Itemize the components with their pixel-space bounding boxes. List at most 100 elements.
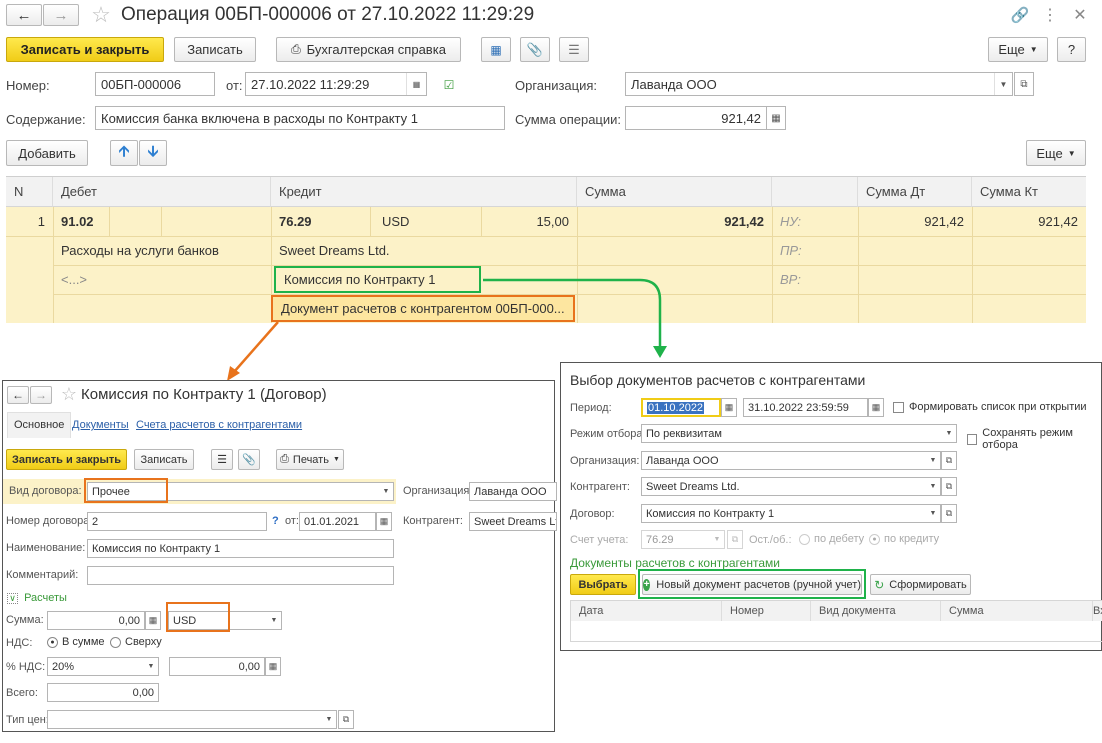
favorite-star-icon[interactable]: ☆	[88, 2, 114, 28]
generate-button[interactable]: ↻ Сформировать	[870, 574, 971, 595]
organization-open-icon[interactable]: ⧉	[1014, 72, 1034, 96]
contract-save-close-button[interactable]: Записать и закрыть	[6, 449, 127, 470]
contract-forward-button[interactable]: →	[30, 386, 52, 404]
add-row-button[interactable]: Добавить	[6, 140, 88, 166]
select-contract-dropdown-icon[interactable]: ▼	[926, 505, 940, 522]
price-type-open-icon[interactable]: ⧉	[338, 710, 354, 729]
select-contractor-open-icon[interactable]: ⧉	[941, 477, 957, 496]
choose-button[interactable]: Выбрать	[570, 574, 636, 595]
currency-amount[interactable]: 15,00	[481, 207, 577, 236]
tab-accounts[interactable]: Счета расчетов с контрагентами	[136, 419, 302, 431]
favorite-star-icon[interactable]: ☆	[58, 383, 80, 405]
mode-dropdown-icon[interactable]: ▼	[942, 425, 956, 442]
column-header-blank[interactable]	[772, 177, 858, 207]
vat-pct-field[interactable]: 20% ▼	[47, 657, 159, 676]
contract-save-button[interactable]: Записать	[134, 449, 194, 470]
form-on-open-checkbox[interactable]: Формировать список при открытии	[893, 401, 1087, 413]
credit-subconto-3[interactable]: Документ расчетов с контрагентом 00БП-00…	[271, 295, 575, 322]
mode-field[interactable]: По реквизитам ▼	[641, 424, 957, 443]
accounting-report-button[interactable]: ⎙ Бухгалтерская справка	[276, 37, 461, 62]
select-contractor-dropdown-icon[interactable]: ▼	[926, 478, 940, 495]
total-field[interactable]: 0,00	[47, 683, 159, 702]
price-type-field[interactable]: ▼	[47, 710, 337, 729]
tab-documents[interactable]: Документы	[72, 419, 129, 431]
column-header-sum[interactable]: Сумма	[941, 601, 1093, 621]
sum-kt[interactable]: 921,42	[972, 207, 1086, 236]
debit-account[interactable]: 91.02	[53, 207, 102, 236]
column-header-sum-dt[interactable]: Сумма Дт	[858, 177, 972, 207]
kind-dropdown-icon[interactable]: ▼	[379, 483, 393, 500]
select-contractor-field[interactable]: Sweet Dreams Ltd. ▼	[641, 477, 941, 496]
settlements-group[interactable]: ∨ Расчеты	[7, 592, 67, 604]
content-field[interactable]: Комиссия банка включена в расходы по Кон…	[95, 106, 505, 130]
calendar-icon[interactable]: ▦	[406, 73, 426, 95]
attach-button[interactable]: 📎	[520, 37, 550, 62]
column-header-debit[interactable]: Дебет	[53, 177, 271, 207]
contract-org-field[interactable]: Лаванда ООО	[469, 482, 557, 501]
vat-calc-icon[interactable]: ▦	[265, 657, 281, 676]
contract-number-field[interactable]: 2	[87, 512, 267, 531]
amount[interactable]: 921,42	[577, 207, 772, 236]
currency[interactable]: USD	[374, 207, 417, 236]
debit-subconto-1[interactable]: Расходы на услуги банков	[53, 236, 227, 265]
contract-name-field[interactable]: Комиссия по Контракту 1	[87, 539, 394, 558]
link-icon[interactable]: 🔗	[1010, 5, 1030, 25]
contract-sum-calc-icon[interactable]: ▦	[145, 611, 161, 630]
contract-print-button[interactable]: ⎙ Печать ▼	[276, 449, 344, 470]
menu-dots-icon[interactable]: ⋮	[1040, 5, 1060, 25]
column-header-credit[interactable]: Кредит	[271, 177, 577, 207]
table-more-button[interactable]: Еще ▼	[1026, 140, 1086, 166]
column-header-number[interactable]: Номер	[722, 601, 811, 621]
column-header-sum[interactable]: Сумма	[577, 177, 772, 207]
period-to-field[interactable]: 31.10.2022 23:59:59	[743, 398, 868, 417]
period-from-calendar-icon[interactable]: ▦	[721, 398, 737, 417]
period-to-calendar-icon[interactable]: ▦	[868, 398, 884, 417]
period-from-field[interactable]: 01.10.2022	[641, 398, 721, 417]
contract-contractor-field[interactable]: Sweet Dreams Ltd.	[469, 512, 557, 531]
select-contract-open-icon[interactable]: ⧉	[941, 504, 957, 523]
organization-field[interactable]: Лаванда ООО ▼	[625, 72, 1013, 96]
contract-date-field[interactable]: 01.01.2021	[299, 512, 376, 531]
column-header-n[interactable]: N	[6, 177, 53, 207]
save-and-close-button[interactable]: Записать и закрыть	[6, 37, 164, 62]
contract-back-button[interactable]: ←	[7, 386, 29, 404]
forward-button[interactable]: →	[43, 4, 79, 26]
column-header-sum-kt[interactable]: Сумма Кт	[972, 177, 1086, 207]
contract-attach-button[interactable]: 📎	[238, 449, 260, 470]
select-org-open-icon[interactable]: ⧉	[941, 451, 957, 470]
select-contract-field[interactable]: Комиссия по Контракту 1 ▼	[641, 504, 941, 523]
select-org-field[interactable]: Лаванда ООО ▼	[641, 451, 941, 470]
tab-main[interactable]: Основное	[7, 412, 72, 438]
sum-dt[interactable]: 921,42	[858, 207, 972, 236]
back-button[interactable]: ←	[6, 4, 42, 26]
question-icon[interactable]: ?	[272, 515, 279, 527]
vat-pct-dropdown-icon[interactable]: ▼	[144, 658, 158, 675]
number-field[interactable]: 00БП-000006	[95, 72, 215, 96]
contract-list-button[interactable]: ☰	[211, 449, 233, 470]
date-field[interactable]: 27.10.2022 11:29:29 ▦	[245, 72, 427, 96]
list-button[interactable]: ☰	[559, 37, 589, 62]
move-up-button[interactable]: 🡩	[110, 140, 138, 166]
operation-sum-field[interactable]: 921,42	[625, 106, 767, 130]
select-org-dropdown-icon[interactable]: ▼	[926, 452, 940, 469]
check-icon[interactable]: ☑	[440, 77, 458, 93]
move-down-button[interactable]: 🡫	[139, 140, 167, 166]
help-button[interactable]: ?	[1057, 37, 1086, 62]
credit-account[interactable]: 76.29	[271, 207, 320, 236]
contract-comment-field[interactable]	[87, 566, 394, 585]
structure-button[interactable]: ▦	[481, 37, 511, 62]
close-icon[interactable]: ✕	[1070, 5, 1090, 25]
column-header-doc-type[interactable]: Вид документа	[811, 601, 941, 621]
more-button[interactable]: Еще ▼	[988, 37, 1048, 62]
currency-dropdown-icon[interactable]: ▼	[267, 612, 281, 629]
vat-above-radio[interactable]: Сверху	[110, 636, 162, 648]
calculator-icon[interactable]: ▦	[766, 106, 786, 130]
save-button[interactable]: Записать	[174, 37, 256, 62]
vat-in-sum-radio[interactable]: ● В сумме	[47, 636, 105, 648]
contract-calendar-icon[interactable]: ▦	[376, 512, 392, 531]
organization-dropdown-icon[interactable]: ▼	[994, 73, 1012, 95]
save-mode-checkbox[interactable]: Сохранять режим отбора	[967, 427, 1101, 451]
credit-subconto-2[interactable]: Комиссия по Контракту 1	[274, 266, 481, 293]
column-header-incoming[interactable]: Вх. н	[1093, 601, 1102, 621]
vat-sum-field[interactable]: 0,00	[169, 657, 265, 676]
